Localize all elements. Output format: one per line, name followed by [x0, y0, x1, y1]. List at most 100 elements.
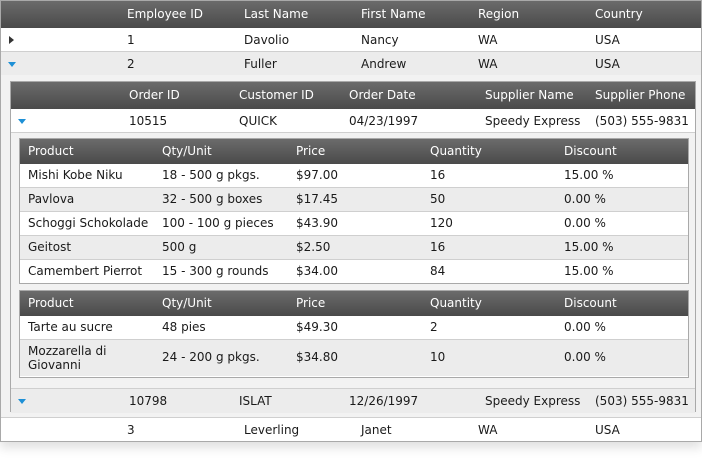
col-country[interactable]: Country — [595, 1, 643, 28]
cell-region: WA — [478, 33, 498, 47]
order-row[interactable]: 10798 ISLAT 12/26/1997 Speedy Express (5… — [11, 389, 695, 413]
cell-price: $97.00 — [296, 168, 338, 182]
col-order-id[interactable]: Order ID — [129, 82, 180, 109]
products-grid: Product Qty/Unit Price Quantity Discount… — [19, 138, 689, 284]
cell-price: $34.80 — [296, 350, 338, 364]
cell-country: USA — [595, 33, 620, 47]
col-employee-id[interactable]: Employee ID — [127, 1, 203, 28]
collapse-icon[interactable] — [18, 119, 26, 124]
cell-product-line2: Giovanni — [28, 358, 81, 372]
cell-first-name: Nancy — [361, 33, 399, 47]
cell-qty-unit: 24 - 200 g pkgs. — [162, 350, 260, 364]
product-row[interactable]: Tarte au sucre 48 pies $49.30 2 0.00 % — [20, 316, 688, 340]
cell-product: Schoggi Schokolade — [28, 216, 149, 230]
col-customer-id[interactable]: Customer ID — [239, 82, 314, 109]
expand-icon[interactable] — [9, 36, 14, 44]
employee-row[interactable]: 2 Fuller Andrew WA USA — [1, 52, 701, 76]
col-product[interactable]: Product — [28, 291, 74, 316]
products-header: Product Qty/Unit Price Quantity Discount — [20, 139, 688, 164]
product-row[interactable]: Camembert Pierrot 15 - 300 g rounds $34.… — [20, 260, 688, 284]
cell-quantity: 50 — [430, 192, 446, 206]
cell-order-date: 04/23/1997 — [349, 114, 419, 128]
product-row[interactable]: Mozzarella di Giovanni 24 - 200 g pkgs. … — [20, 340, 688, 376]
employee-grid: Employee ID Last Name First Name Region … — [0, 0, 702, 442]
cell-product: Mozzarella di Giovanni — [28, 344, 107, 372]
products-header: Product Qty/Unit Price Quantity Discount — [20, 291, 688, 316]
cell-order-date: 12/26/1997 — [349, 394, 419, 408]
cell-quantity: 16 — [430, 240, 446, 254]
product-row[interactable]: Schoggi Schokolade 100 - 100 g pieces $4… — [20, 212, 688, 236]
cell-order-id: 10798 — [129, 394, 168, 408]
col-price[interactable]: Price — [296, 139, 325, 164]
cell-discount: 15.00 % — [564, 240, 614, 254]
cell-price: $34.00 — [296, 264, 338, 278]
col-region[interactable]: Region — [478, 1, 519, 28]
orders-grid: Order ID Customer ID Order Date Supplier… — [10, 81, 696, 413]
employee-row[interactable]: 1 Davolio Nancy WA USA — [1, 28, 701, 52]
cell-product: Pavlova — [28, 192, 75, 206]
cell-supplier-name: Speedy Express — [485, 114, 581, 128]
col-quantity[interactable]: Quantity — [430, 291, 482, 316]
col-discount[interactable]: Discount — [564, 291, 617, 316]
cell-qty-unit: 500 g — [162, 240, 197, 254]
product-row[interactable]: Pavlova 32 - 500 g boxes $17.45 50 0.00 … — [20, 188, 688, 212]
cell-price: $43.90 — [296, 216, 338, 230]
cell-price: $17.45 — [296, 192, 338, 206]
cell-quantity: 120 — [430, 216, 453, 230]
cell-discount: 15.00 % — [564, 168, 614, 182]
col-supplier-phone[interactable]: Supplier Phone — [595, 82, 685, 109]
cell-last-name: Fuller — [244, 57, 277, 71]
cell-employee-id: 2 — [127, 57, 135, 71]
cell-qty-unit: 32 - 500 g boxes — [162, 192, 263, 206]
col-quantity[interactable]: Quantity — [430, 139, 482, 164]
cell-supplier-phone: (503) 555-9831 — [595, 394, 689, 408]
cell-product: Camembert Pierrot — [28, 264, 143, 278]
cell-last-name: Leverling — [244, 423, 300, 437]
col-first-name[interactable]: First Name — [361, 1, 425, 28]
cell-price: $49.30 — [296, 320, 338, 334]
cell-price: $2.50 — [296, 240, 331, 254]
collapse-icon[interactable] — [18, 399, 26, 404]
products-grid: Product Qty/Unit Price Quantity Discount… — [19, 290, 689, 378]
col-product[interactable]: Product — [28, 139, 74, 164]
cell-employee-id: 1 — [127, 33, 135, 47]
cell-country: USA — [595, 423, 620, 437]
cell-product-line1: Mozzarella di — [28, 344, 107, 358]
cell-product: Mishi Kobe Niku — [28, 168, 123, 182]
cell-product: Geitost — [28, 240, 72, 254]
employee-row[interactable]: 3 Leverling Janet WA USA — [1, 418, 701, 441]
col-qty-unit[interactable]: Qty/Unit — [162, 139, 212, 164]
cell-quantity: 2 — [430, 320, 438, 334]
col-last-name[interactable]: Last Name — [244, 1, 308, 28]
cell-discount: 15.00 % — [564, 264, 614, 278]
cell-discount: 0.00 % — [564, 192, 606, 206]
collapse-icon[interactable] — [8, 62, 16, 67]
cell-discount: 0.00 % — [564, 216, 606, 230]
cell-supplier-name: Speedy Express — [485, 394, 581, 408]
cell-quantity: 16 — [430, 168, 446, 182]
cell-qty-unit: 18 - 500 g pkgs. — [162, 168, 260, 182]
col-supplier-name[interactable]: Supplier Name — [485, 82, 574, 109]
col-discount[interactable]: Discount — [564, 139, 617, 164]
cell-first-name: Janet — [361, 423, 392, 437]
cell-employee-id: 3 — [127, 423, 135, 437]
employee-detail: Order ID Customer ID Order Date Supplier… — [1, 75, 701, 418]
cell-qty-unit: 15 - 300 g rounds — [162, 264, 269, 278]
product-row[interactable]: Mishi Kobe Niku 18 - 500 g pkgs. $97.00 … — [20, 164, 688, 188]
col-order-date[interactable]: Order Date — [349, 82, 416, 109]
cell-customer-id: ISLAT — [239, 394, 272, 408]
product-row[interactable]: Geitost 500 g $2.50 16 15.00 % — [20, 236, 688, 260]
order-detail: Product Qty/Unit Price Quantity Discount… — [11, 133, 695, 389]
order-row[interactable]: 10515 QUICK 04/23/1997 Speedy Express (5… — [11, 109, 695, 133]
cell-customer-id: QUICK — [239, 114, 278, 128]
cell-product: Tarte au sucre — [28, 320, 113, 334]
cell-quantity: 10 — [430, 350, 446, 364]
cell-discount: 0.00 % — [564, 320, 606, 334]
cell-last-name: Davolio — [244, 33, 290, 47]
cell-supplier-phone: (503) 555-9831 — [595, 114, 689, 128]
cell-discount: 0.00 % — [564, 350, 606, 364]
cell-region: WA — [478, 423, 498, 437]
cell-first-name: Andrew — [361, 57, 407, 71]
col-qty-unit[interactable]: Qty/Unit — [162, 291, 212, 316]
col-price[interactable]: Price — [296, 291, 325, 316]
